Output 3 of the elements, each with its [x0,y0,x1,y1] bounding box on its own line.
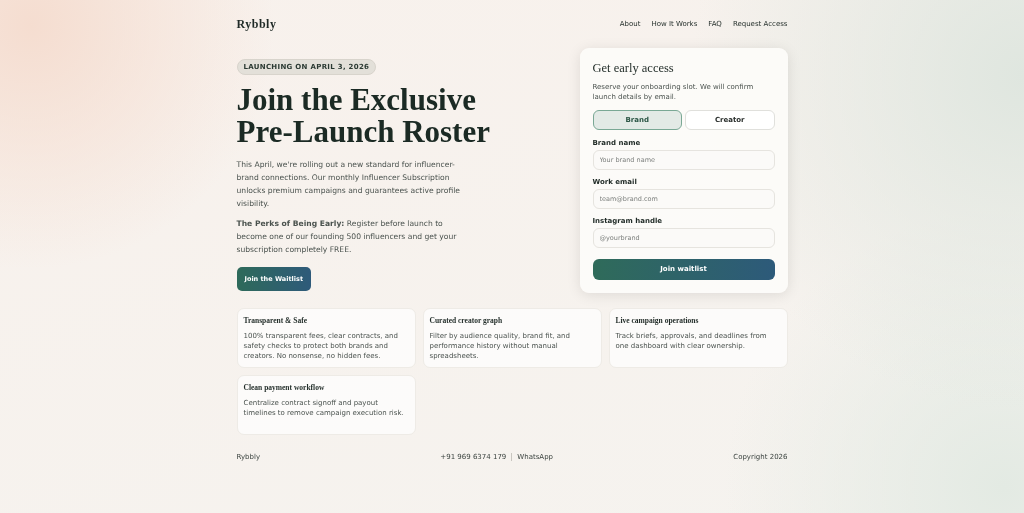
brand-logo[interactable]: Rybbly [236,16,277,32]
card-title: Get early access [592,61,675,76]
hero-title: Join the Exclusive Pre-Launch Roster [236,84,491,148]
